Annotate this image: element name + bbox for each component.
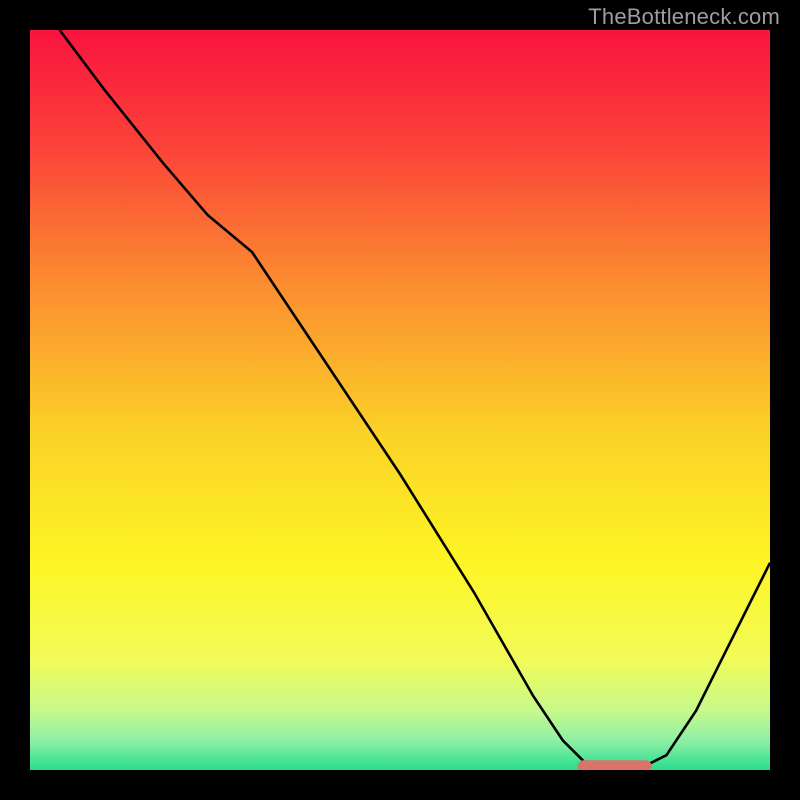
gradient-background [30, 30, 770, 770]
watermark-text: TheBottleneck.com [588, 4, 780, 30]
chart-plot-area [30, 30, 770, 770]
highlight-segment [578, 760, 652, 770]
chart-svg [30, 30, 770, 770]
